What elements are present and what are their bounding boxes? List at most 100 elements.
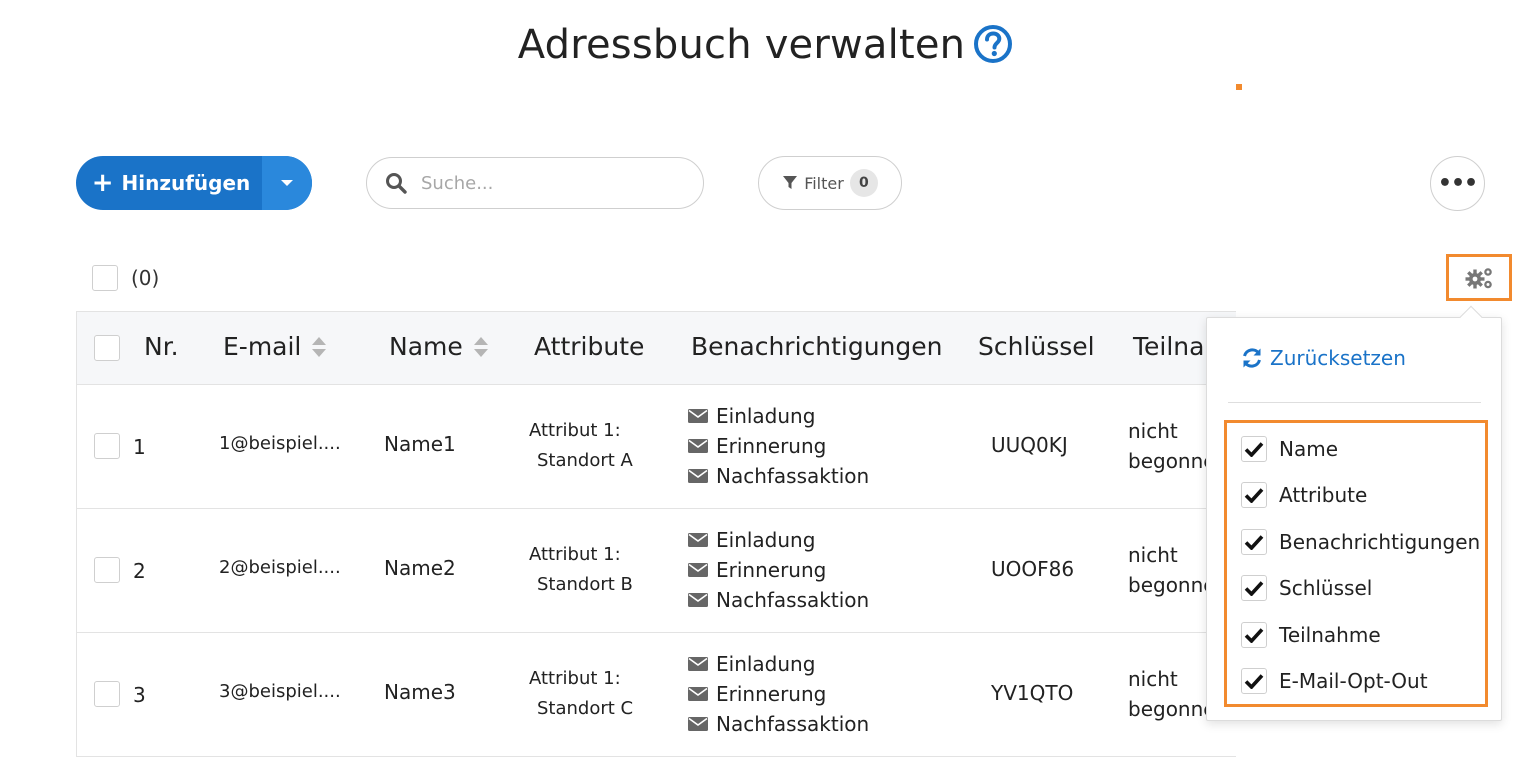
checkbox-checked[interactable] xyxy=(1241,436,1267,462)
column-option-label: Benachrichtigungen xyxy=(1279,530,1481,554)
reset-columns-button[interactable]: Zurücksetzen xyxy=(1240,346,1406,370)
plus-icon: + xyxy=(91,168,114,198)
envelope-icon xyxy=(688,563,708,577)
envelope-icon xyxy=(688,533,708,547)
filter-count-badge: 0 xyxy=(849,169,878,197)
selection-count: (0) xyxy=(131,266,160,290)
checkbox-checked[interactable] xyxy=(1241,529,1267,555)
column-header-participation: Teilna xyxy=(1133,332,1205,361)
column-settings-dropdown: Zurücksetzen Name Attribute Benachrichti… xyxy=(1206,305,1502,721)
column-option-label: Attribute xyxy=(1279,483,1368,507)
add-button[interactable]: + Hinzufügen xyxy=(76,156,312,210)
check-icon xyxy=(1244,535,1264,550)
help-icon[interactable] xyxy=(973,24,1013,64)
row-number: 1 xyxy=(133,435,146,459)
column-option-key[interactable]: Schlüssel xyxy=(1241,575,1372,601)
notification-invite[interactable]: Einladung xyxy=(688,525,869,555)
envelope-icon xyxy=(688,593,708,607)
table-row[interactable]: 3 3@beispiel.... Name3 Attribut 1: Stand… xyxy=(76,633,1236,757)
add-button-main[interactable]: + Hinzufügen xyxy=(76,156,262,210)
search-input[interactable] xyxy=(419,171,669,195)
row-notifications: Einladung Erinnerung Nachfassaktion xyxy=(688,649,869,739)
caret-down-icon xyxy=(281,180,293,186)
notification-label: Einladung xyxy=(716,404,816,428)
column-option-email-opt-out[interactable]: E-Mail-Opt-Out xyxy=(1241,668,1428,694)
check-icon xyxy=(1244,628,1264,643)
attribute-value: Standort A xyxy=(537,450,633,471)
filter-button[interactable]: Filter 0 xyxy=(758,156,902,210)
row-notifications: Einladung Erinnerung Nachfassaktion xyxy=(688,401,869,491)
page-title: Adressbuch verwalten xyxy=(517,22,966,68)
sort-icon[interactable] xyxy=(311,336,327,358)
table-row[interactable]: 1 1@beispiel.... Name1 Attribut 1: Stand… xyxy=(76,385,1236,509)
checkbox-checked[interactable] xyxy=(1241,575,1267,601)
row-attribute: Attribut 1: Standort A xyxy=(529,416,633,476)
search-box[interactable] xyxy=(366,157,704,209)
notification-label: Nachfassaktion xyxy=(716,588,870,612)
notification-followup[interactable]: Nachfassaktion xyxy=(688,585,869,615)
checkbox-checked[interactable] xyxy=(1241,482,1267,508)
row-key: UUQ0KJ xyxy=(991,433,1068,457)
row-participation: nicht begonne xyxy=(1128,540,1216,600)
row-participation: nicht begonne xyxy=(1128,664,1216,724)
cogs-icon xyxy=(1465,267,1492,288)
check-icon xyxy=(1244,581,1264,596)
checkbox-checked[interactable] xyxy=(1241,622,1267,648)
status-line: begonne xyxy=(1128,697,1216,721)
column-header-email-label: E-mail xyxy=(223,332,302,361)
checkbox-checked[interactable] xyxy=(1241,668,1267,694)
row-notifications: Einladung Erinnerung Nachfassaktion xyxy=(688,525,869,615)
row-email: 3@beispiel.... xyxy=(219,681,341,702)
add-dropdown-toggle[interactable] xyxy=(262,156,312,210)
attribute-label: Attribut 1: xyxy=(529,544,621,565)
column-option-name[interactable]: Name xyxy=(1241,436,1338,462)
row-attribute: Attribut 1: Standort B xyxy=(529,540,633,600)
row-name: Name1 xyxy=(384,432,456,456)
notification-invite[interactable]: Einladung xyxy=(688,649,869,679)
table-header: Nr. E-mail Name Attribute Benachrichtigu… xyxy=(76,311,1236,385)
column-option-label: E-Mail-Opt-Out xyxy=(1279,669,1428,693)
column-header-email[interactable]: E-mail xyxy=(223,332,327,361)
column-option-attribute[interactable]: Attribute xyxy=(1241,482,1367,508)
attribute-value: Standort C xyxy=(537,698,634,719)
attribute-label: Attribut 1: xyxy=(529,668,621,689)
add-button-label: Hinzufügen xyxy=(121,171,251,195)
notification-followup[interactable]: Nachfassaktion xyxy=(688,709,869,739)
row-attribute: Attribut 1: Standort C xyxy=(529,664,633,724)
column-header-name-label: Name xyxy=(389,332,463,361)
envelope-icon xyxy=(688,717,708,731)
column-header-attribute: Attribute xyxy=(534,332,645,361)
status-line: begonne xyxy=(1128,573,1216,597)
row-checkbox[interactable] xyxy=(94,557,120,583)
header-select-checkbox[interactable] xyxy=(94,335,120,361)
status-line: nicht xyxy=(1128,419,1178,443)
sort-icon[interactable] xyxy=(473,336,489,358)
envelope-icon xyxy=(688,687,708,701)
notification-reminder[interactable]: Erinnerung xyxy=(688,555,869,585)
table-row[interactable]: 2 2@beispiel.... Name2 Attribut 1: Stand… xyxy=(76,509,1236,633)
status-line: nicht xyxy=(1128,543,1178,567)
notification-reminder[interactable]: Erinnerung xyxy=(688,679,869,709)
search-icon xyxy=(386,173,407,194)
notification-invite[interactable]: Einladung xyxy=(688,401,869,431)
row-key: YV1QTO xyxy=(991,681,1074,705)
notification-reminder[interactable]: Erinnerung xyxy=(688,431,869,461)
notification-label: Nachfassaktion xyxy=(716,464,870,488)
row-key: UOOF86 xyxy=(991,557,1075,581)
orange-marker xyxy=(1236,84,1242,90)
more-options-button[interactable]: ••• xyxy=(1430,156,1485,211)
dropdown-arrow xyxy=(1459,305,1483,329)
envelope-icon xyxy=(688,439,708,453)
envelope-icon xyxy=(688,409,708,423)
notification-followup[interactable]: Nachfassaktion xyxy=(688,461,869,491)
column-settings-button[interactable] xyxy=(1446,254,1512,301)
row-checkbox[interactable] xyxy=(94,433,120,459)
column-header-name[interactable]: Name xyxy=(389,332,489,361)
select-all-checkbox[interactable] xyxy=(92,265,118,291)
column-option-notifications[interactable]: Benachrichtigungen xyxy=(1241,529,1480,555)
column-option-participation[interactable]: Teilnahme xyxy=(1241,622,1381,648)
divider xyxy=(1228,402,1481,403)
row-checkbox[interactable] xyxy=(94,681,120,707)
notification-label: Erinnerung xyxy=(716,558,827,582)
row-name: Name2 xyxy=(384,556,456,580)
